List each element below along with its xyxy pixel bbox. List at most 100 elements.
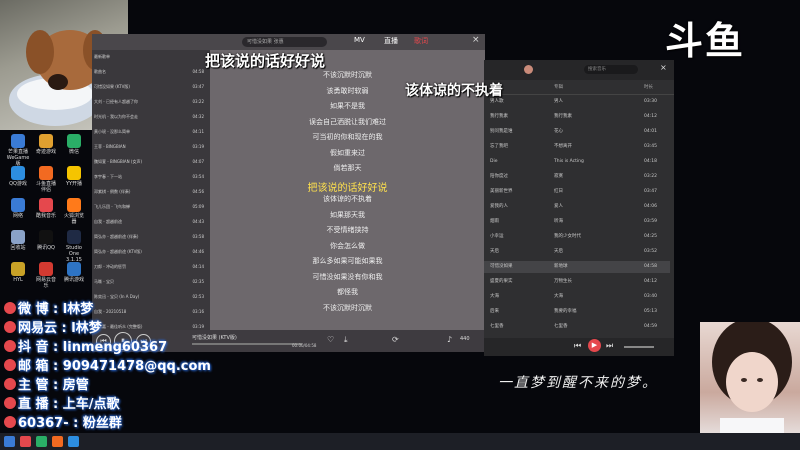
playlist-row[interactable]: 自我 - 20210518 03:16 [94,307,208,317]
song-row[interactable]: 七里香 七里香 04:59 [484,321,670,333]
tab-live[interactable]: 直播 [384,36,398,46]
shortcut-label: 芒果直播 WeGame版 [6,149,30,167]
volume-slider[interactable] [624,346,654,348]
tab-mv[interactable]: MV [354,36,365,44]
playlist-row[interactable]: 李宇春 - 下一站 03:54 [94,172,208,182]
desktop-shortcut-icon[interactable]: 回收站 [6,230,30,251]
song-title: 忘了我吧 [490,144,508,149]
song-row[interactable]: 别问我是谁 花心 04:01 [484,126,670,138]
playlist-row[interactable]: 大刘 - 已经有人超越了你 03:22 [94,97,208,107]
song-duration: 04:56 [192,189,204,194]
playlist-row[interactable]: 刀郎 - 冲动的惩罚 04:14 [94,262,208,272]
song-row[interactable]: 爱我的人 爱人 04:06 [484,201,670,213]
song-row[interactable]: 美丽新世界 红日 03:47 [484,186,670,198]
next-button[interactable]: ⏭ [606,341,613,351]
right-window-header: 搜索音乐 × [484,60,674,80]
download-icon[interactable]: ⤓ [344,335,348,345]
heart-icon[interactable]: ♡ [327,335,334,344]
right-search-input[interactable]: 搜索音乐 [584,65,638,74]
playlist-panel: 最新歌单歌曲名 04:58 可惜没如果 (KTV版) 03:47 大刘 - 已经有人超越… [92,50,210,352]
playlist-row[interactable]: 飞儿乐团 - 飞鸟和蝉 05:09 [94,202,208,212]
playlist-row[interactable]: 黄小琥 - 没那么简单 04:11 [94,127,208,137]
playlist-row[interactable]: 简弘亦 - 超越前途 (KTV版) 04:46 [94,247,208,257]
song-row[interactable]: 天后 天后 03:52 [484,246,670,258]
social-icon [4,321,16,333]
progress-bar[interactable] [192,343,302,345]
taskbar-app-icon[interactable] [68,436,79,447]
song-title: 简弘亦 - 超越前途 (伴奏) [94,234,139,239]
song-title: 爱我的人 [490,204,508,209]
col-duration-header: 时长 [644,85,653,90]
playlist-row[interactable]: 时光机 - 我以为你不会走 04:32 [94,112,208,122]
playlist-row[interactable]: 最新歌单 [94,52,208,62]
song-row[interactable]: 烟雨 听海 03:59 [484,216,670,228]
desktop-shortcut-icon[interactable]: 火狐浏览器 [62,198,86,225]
shortcut-label: Studio One 3.1.15 [66,245,82,263]
tab-lyrics[interactable]: 歌词 [414,36,428,46]
song-album: 大海 [554,294,563,299]
desktop-shortcut-icon[interactable]: Studio One 3.1.15 [62,230,86,263]
desktop-shortcut-icon[interactable]: QQ游戏 [6,166,30,187]
song-row[interactable]: 男人歌 男人 03:30 [484,96,670,108]
desktop-shortcut-icon[interactable]: 酷我音乐 [34,198,58,219]
desktop-shortcut-icon[interactable]: 微信 [62,134,86,155]
song-title: 七里香 [490,324,504,329]
playlist-row[interactable]: 简弘亦 - 超越前途 (伴奏) 03:58 [94,232,208,242]
song-duration: 03:47 [192,84,204,89]
song-row[interactable]: 盛夏的果实 万物生长 04:12 [484,276,670,288]
song-title: 李宇春 - 下一站 [94,174,122,179]
lyric-line: 该体谅的不执着 [323,195,372,203]
shortcut-label: HYL [13,277,23,283]
taskbar-app-icon[interactable] [20,436,31,447]
info-key: 邮 箱 [18,359,49,374]
shortcut-label: 斗鱼直播伴侣 [35,181,56,193]
song-row[interactable]: 可惜没如果 新地球 04:58 [484,261,670,273]
song-row[interactable]: Die This is Acting 04:18 [484,156,670,168]
song-row[interactable]: 陪你度过 寂寞 03:22 [484,171,670,183]
playlist-row[interactable]: 魏如萱 - BINGBIAN (女声) 04:07 [94,157,208,167]
song-row[interactable]: 大海 大海 03:40 [484,291,670,303]
song-row[interactable]: 忘了我吧 不想离开 03:45 [484,141,670,153]
desktop-shortcut-icon[interactable]: 网易云音乐 [34,262,58,289]
song-duration: 03:45 [644,144,657,149]
close-icon[interactable]: × [472,35,480,45]
right-music-window: 搜索音乐 × 标题 专辑 时长 男人歌 男人 03:30 我行我素 我行我素 04:12 别… [484,60,674,356]
taskbar-app-icon[interactable] [52,436,63,447]
playlist-row[interactable]: 可惜没如果 (KTV版) 03:47 [94,82,208,92]
search-input[interactable]: 可惜没如果 张惠 [242,37,327,47]
desktop-shortcut-icon[interactable]: 腾讯QQ [34,230,58,251]
song-row[interactable]: 后来 我要的幸福 05:13 [484,306,670,318]
desktop-shortcut-icon[interactable]: HYL [6,262,30,283]
repeat-icon[interactable]: ⟳ [392,335,399,344]
desktop-shortcut-icon[interactable]: YY开播 [62,166,86,187]
social-icon [4,359,16,371]
song-row[interactable]: 我行我素 我行我素 04:12 [484,111,670,123]
playlist-row[interactable]: 歌曲名 04:58 [94,67,208,77]
playlist-row[interactable]: 陈奕迅 - 宝贝 (In A Day) 02:53 [94,292,208,302]
info-line: 抖 音 : linmeng60367 [4,336,167,355]
song-row[interactable]: 小幸运 我的少女时代 04:25 [484,231,670,243]
song-duration: 05:09 [192,204,204,209]
playlist-row[interactable]: 邓紫棋 - 倒数 (伴奏) 04:56 [94,187,208,197]
song-duration: 04:43 [192,219,204,224]
app-glyph-icon [67,134,81,148]
prev-button[interactable]: ⏮ [574,341,581,351]
song-title: 刀郎 - 冲动的惩罚 [94,264,126,269]
song-title: 王菲 - BINGBIAN [94,144,126,149]
playlist-row[interactable]: 马嘶 - 宝贝 02:35 [94,277,208,287]
desktop-shortcut-icon[interactable]: 斗鱼直播伴侣 [34,166,58,193]
user-avatar[interactable] [524,65,533,74]
app-glyph-icon [11,166,25,180]
desktop-shortcut-icon[interactable]: 奇迹游戏 [34,134,58,155]
desktop-shortcut-icon[interactable]: 腾讯游戏 [62,262,86,283]
lyric-line: 不受情绪挟持 [326,226,369,234]
taskbar-app-icon[interactable] [36,436,47,447]
desktop-shortcut-icon[interactable]: 网络 [6,198,30,219]
desktop-shortcut-icon[interactable]: 芒果直播 WeGame版 [6,134,30,167]
start-button[interactable] [4,436,15,447]
volume-icon[interactable]: ♪ [447,335,452,344]
playlist-row[interactable]: 自我 - 超越前途 04:43 [94,217,208,227]
play-button[interactable]: ▶ [588,339,601,352]
close-icon[interactable]: × [660,63,667,72]
playlist-row[interactable]: 王菲 - BINGBIAN 03:19 [94,142,208,152]
